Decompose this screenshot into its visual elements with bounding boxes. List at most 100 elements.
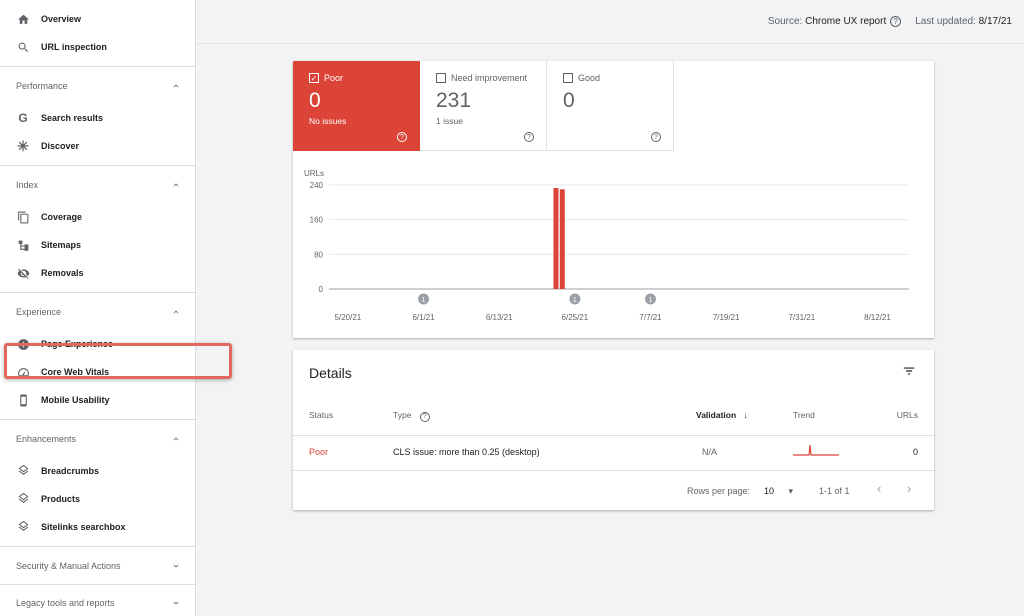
sidebar-item-label: URL inspection: [41, 42, 107, 52]
report-header: Source: Chrome UX report ? Last updated:…: [197, 0, 1024, 44]
y-tick-label: 0: [319, 285, 324, 294]
section-performance[interactable]: Performance: [0, 66, 195, 104]
x-tick-label: 6/1/21: [412, 313, 435, 322]
divider: [293, 435, 934, 436]
sidebar-item-overview[interactable]: Overview: [0, 5, 195, 33]
sidebar-item-discover[interactable]: ✳ Discover: [0, 132, 195, 160]
sidebar: Overview URL inspection Performance G Se…: [0, 0, 196, 616]
x-tick-label: 7/19/21: [713, 313, 740, 322]
tile-sub: No issues: [309, 116, 347, 126]
gauge-icon: [16, 365, 30, 379]
checkbox-icon[interactable]: [436, 73, 446, 83]
column-trend: Trend: [793, 410, 815, 420]
sidebar-item-products[interactable]: Products: [0, 485, 195, 513]
chevron-up-icon: [171, 307, 181, 317]
help-icon[interactable]: ?: [397, 132, 407, 142]
section-title: Security & Manual Actions: [16, 560, 121, 571]
section-security-manual-actions[interactable]: Security & Manual Actions: [0, 546, 195, 584]
details-card: Details Status Type ? Validation ↓ Trend…: [293, 350, 934, 510]
tile-good[interactable]: Good 0 ?: [547, 61, 674, 151]
sidebar-item-removals[interactable]: Removals: [0, 259, 195, 287]
sidebar-item-mobile-usability[interactable]: Mobile Usability: [0, 386, 195, 414]
chevron-up-icon: [171, 81, 181, 91]
y-tick-label: 80: [314, 250, 323, 259]
sidebar-item-label: Products: [41, 494, 81, 504]
sidebar-item-sitelinks-searchbox[interactable]: Sitelinks searchbox: [0, 513, 195, 541]
sidebar-item-label: Breadcrumbs: [41, 466, 100, 476]
tile-label: Good: [578, 73, 601, 83]
help-icon[interactable]: ?: [890, 16, 902, 27]
filter-icon[interactable]: [902, 364, 916, 378]
sidebar-item-sitemaps[interactable]: Sitemaps: [0, 231, 195, 259]
help-icon[interactable]: ?: [651, 132, 661, 142]
dropdown-arrow-icon: ▾: [788, 486, 794, 496]
x-tick-label: 6/13/21: [486, 313, 513, 322]
checkbox-checked-icon[interactable]: ✓: [309, 73, 319, 83]
sidebar-item-url-inspection[interactable]: URL inspection: [0, 33, 195, 61]
copy-icon: [16, 210, 30, 224]
x-tick-label: 5/20/21: [335, 313, 362, 322]
phone-icon: [16, 393, 30, 407]
urls-bar-chart: URLs 0 80 160 240 5/20/21 6/1/21 6/13/21 6/25/21…: [304, 169, 909, 322]
google-g-icon: G: [18, 111, 28, 125]
layers-icon: [16, 520, 30, 534]
column-validation[interactable]: Validation ↓: [696, 410, 748, 420]
section-title: Index: [16, 179, 39, 190]
summary-chart-card: ✓ Poor 0 No issues ? Need improvement 231…: [293, 61, 934, 338]
sidebar-item-label: Page Experience: [41, 339, 114, 349]
sidebar-item-search-results[interactable]: G Search results: [0, 104, 195, 132]
sidebar-item-label: Sitelinks searchbox: [41, 522, 126, 532]
help-icon[interactable]: ?: [419, 411, 430, 422]
sitemap-icon: [16, 238, 30, 252]
sidebar-item-label: Search results: [41, 113, 104, 123]
next-page-icon[interactable]: ›: [907, 481, 911, 496]
chevron-up-icon: [171, 180, 181, 190]
section-legacy-tools[interactable]: Legacy tools and reports: [0, 584, 195, 616]
tile-need-improvement[interactable]: Need improvement 231 1 issue ?: [420, 61, 547, 151]
sidebar-item-label: Mobile Usability: [41, 395, 110, 405]
details-title: Details: [309, 365, 352, 381]
section-index[interactable]: Index: [0, 165, 195, 203]
sidebar-item-coverage[interactable]: Coverage: [0, 203, 195, 231]
sidebar-item-label: Discover: [41, 141, 80, 151]
checkbox-icon[interactable]: [563, 73, 573, 83]
sidebar-item-page-experience[interactable]: Page Experience: [0, 330, 195, 358]
x-tick-label: 7/7/21: [639, 313, 662, 322]
arrow-down-icon: ↓: [743, 410, 748, 420]
chevron-down-icon: [171, 598, 181, 608]
section-title: Performance: [16, 80, 68, 91]
sidebar-item-label: Coverage: [41, 212, 83, 222]
help-icon[interactable]: ?: [524, 132, 534, 142]
tile-poor[interactable]: ✓ Poor 0 No issues ?: [293, 61, 420, 151]
column-urls[interactable]: URLs: [897, 410, 918, 420]
tile-sub: 1 issue: [436, 116, 463, 126]
eye-off-icon: [16, 266, 30, 280]
chart-bar: [553, 188, 559, 289]
sidebar-item-breadcrumbs[interactable]: Breadcrumbs: [0, 457, 195, 485]
column-status[interactable]: Status: [309, 410, 333, 420]
sidebar-item-label: Overview: [41, 14, 82, 24]
x-tick-label: 8/12/21: [864, 313, 891, 322]
rows-per-page-select[interactable]: 10 ▾: [764, 486, 793, 497]
x-tick-label: 7/31/21: [788, 313, 815, 322]
row-validation: N/A: [702, 447, 718, 457]
home-icon: [16, 12, 30, 26]
layers-icon: [16, 464, 30, 478]
prev-page-icon[interactable]: ‹: [877, 481, 881, 496]
updated-label: Last updated:: [915, 16, 976, 27]
section-enhancements[interactable]: Enhancements: [0, 419, 195, 457]
chevron-up-icon: [171, 434, 181, 444]
row-urls: 0: [912, 447, 918, 457]
search-icon: [16, 40, 30, 54]
sidebar-item-core-web-vitals[interactable]: Core Web Vitals: [0, 358, 195, 386]
annotation-label: 1: [649, 297, 653, 304]
tile-label: Need improvement: [451, 73, 528, 83]
column-type[interactable]: Type ?: [393, 410, 430, 422]
column-type-label: Type: [393, 410, 412, 420]
tile-value: 231: [436, 89, 472, 112]
section-title: Legacy tools and reports: [16, 598, 115, 608]
rows-per-page-label: Rows per page:: [687, 486, 751, 496]
section-experience[interactable]: Experience: [0, 292, 195, 330]
tile-value: 0: [563, 89, 575, 112]
divider: [293, 470, 934, 471]
